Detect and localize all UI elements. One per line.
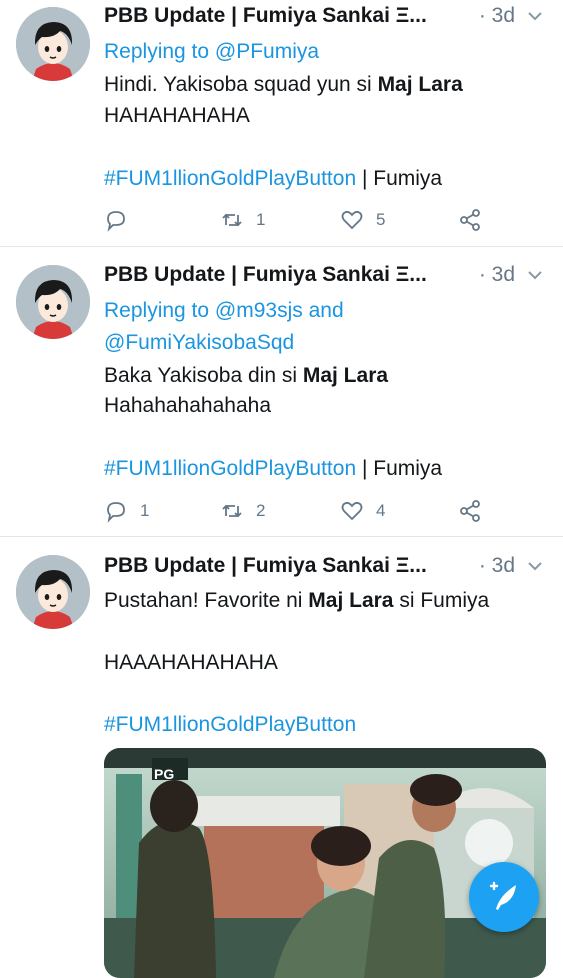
retweet-button[interactable]: 1 — [220, 205, 265, 235]
avatar-image — [16, 265, 90, 339]
retweet-icon — [222, 504, 242, 518]
reply-prefix: Replying to — [104, 40, 215, 63]
reply-button[interactable] — [104, 205, 140, 235]
tweet-text-line: Baka Yakisoba din si Maj Lara — [104, 361, 388, 391]
reply-context: @FumiYakisobaSqd — [104, 328, 294, 358]
reply-count: 1 — [140, 501, 150, 520]
tweet-actions: 1 5 — [104, 205, 494, 235]
hashtag-suffix: | Fumiya — [356, 457, 443, 480]
tweet-2[interactable]: PBB Update | Fumiya Sankai Ξ... · 3d Rep… — [0, 247, 563, 536]
retweet-icon — [222, 213, 242, 227]
chevron-down-icon[interactable] — [525, 265, 545, 285]
tweet-media-image[interactable]: PG — [104, 748, 546, 978]
hashtag-link[interactable]: #FUM1llionGoldPlayButton — [104, 167, 356, 190]
avatar-image — [16, 7, 90, 81]
retweet-count: 1 — [256, 210, 266, 229]
tweet-text: Pustahan! Favorite ni — [104, 589, 309, 612]
like-button[interactable]: 5 — [340, 205, 385, 235]
share-button[interactable] — [458, 496, 482, 526]
tweet-text-line: HAAAHAHAHAHA — [104, 651, 278, 674]
reply-button[interactable]: 1 — [104, 496, 149, 526]
media-photo — [104, 748, 546, 978]
pg-badge: PG — [154, 766, 175, 782]
timestamp[interactable]: · 3d — [479, 263, 515, 287]
chevron-down-icon[interactable] — [525, 6, 545, 26]
tweet-text: Baka Yakisoba din si — [104, 364, 303, 387]
share-icon — [460, 500, 480, 522]
hashtag-line: #FUM1llionGoldPlayButton | Fumiya — [104, 164, 442, 194]
heart-icon — [341, 210, 363, 230]
tweet-text-line: Pustahan! Favorite ni Maj Lara si Fumiya — [104, 586, 489, 616]
compose-tweet-button[interactable] — [469, 862, 539, 932]
tweet-text-line: HAHAHAHAHA — [104, 104, 250, 127]
tweet-text-bold: Maj Lara — [377, 73, 463, 96]
compose-tweet-icon — [489, 881, 516, 910]
avatar-image — [16, 555, 90, 629]
like-button[interactable]: 4 — [340, 496, 385, 526]
hashtag-link[interactable]: #FUM1llionGoldPlayButton — [104, 457, 356, 480]
reply-and: and — [302, 299, 344, 322]
reply-prefix: Replying to — [104, 299, 215, 322]
reply-context: Replying to @m93sjs and — [104, 296, 344, 326]
tweet-text: Hindi. Yakisoba squad yun si — [104, 73, 378, 96]
author-name[interactable]: PBB Update | Fumiya Sankai Ξ... — [104, 554, 427, 578]
author-name[interactable]: PBB Update | Fumiya Sankai Ξ... — [104, 4, 427, 28]
share-button[interactable] — [458, 205, 482, 235]
reply-handle-link[interactable]: @PFumiya — [215, 40, 319, 63]
heart-icon — [341, 501, 363, 521]
avatar[interactable] — [16, 265, 90, 339]
reply-handle-link[interactable]: @m93sjs — [215, 299, 303, 322]
retweet-button[interactable]: 2 — [220, 496, 265, 526]
reply-handle-link[interactable]: @FumiYakisobaSqd — [104, 331, 294, 354]
tweet-text-bold: Maj Lara — [302, 364, 389, 387]
author-name[interactable]: PBB Update | Fumiya Sankai Ξ... — [104, 263, 427, 287]
tweet-text-bold: Maj Lara — [308, 589, 394, 612]
hashtag-line: #FUM1llionGoldPlayButton | Fumiya — [104, 454, 442, 484]
tweet-1[interactable]: PBB Update | Fumiya Sankai Ξ... · 3d Rep… — [0, 0, 563, 246]
tweet-text: si Fumiya — [393, 589, 490, 612]
like-count: 4 — [376, 501, 386, 520]
avatar[interactable] — [16, 555, 90, 629]
hashtag-line: #FUM1llionGoldPlayButton — [104, 710, 356, 740]
reply-icon — [107, 502, 125, 523]
retweet-count: 2 — [256, 501, 266, 520]
reply-context: Replying to @PFumiya — [104, 37, 319, 67]
hashtag-link[interactable]: #FUM1llionGoldPlayButton — [104, 713, 356, 736]
tweet-text-line: Hindi. Yakisoba squad yun si Maj Lara — [104, 70, 463, 100]
hashtag-suffix: | Fumiya — [356, 167, 443, 190]
timestamp[interactable]: · 3d — [479, 554, 515, 578]
avatar[interactable] — [16, 7, 90, 81]
reply-icon — [107, 211, 125, 232]
chevron-down-icon[interactable] — [525, 556, 545, 576]
share-icon — [460, 209, 480, 231]
timestamp[interactable]: · 3d — [479, 4, 515, 28]
like-count: 5 — [376, 210, 386, 229]
tweet-text-line: Hahahahahahaha — [104, 394, 271, 417]
tweet-actions: 1 2 4 — [104, 496, 494, 526]
